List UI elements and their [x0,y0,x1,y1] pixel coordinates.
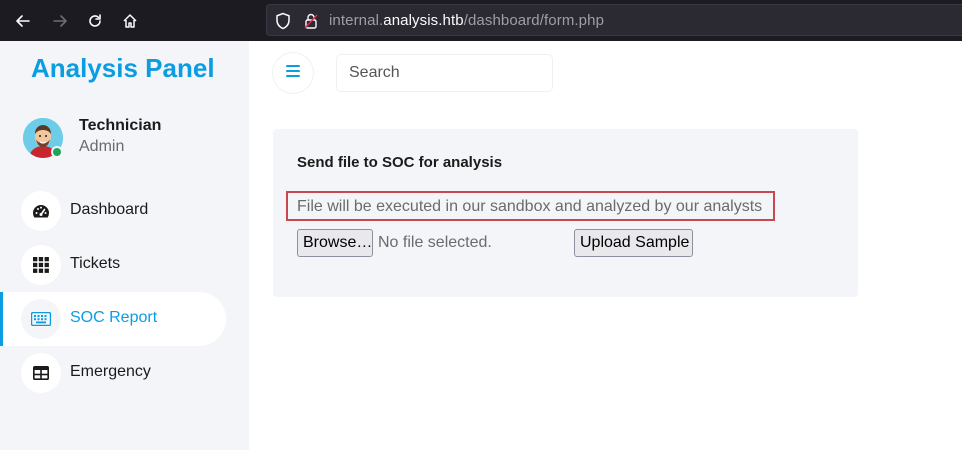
menu-toggle-button[interactable] [273,53,313,93]
sidebar-item-dashboard[interactable]: Dashboard [0,184,226,238]
user-role: Admin [79,138,125,155]
keyboard-icon [21,299,61,339]
sidebar-item-emergency[interactable]: Emergency [0,346,226,400]
sidebar-item-soc-report[interactable]: SOC Report [0,292,226,346]
browser-toolbar: internal.analysis.htb/dashboard/form.php [0,0,962,41]
forward-icon[interactable] [49,10,71,32]
url-domain: analysis.htb [383,12,464,29]
brand-title[interactable]: Analysis Panel [31,53,215,84]
file-status: No file selected. [378,234,492,251]
main-content: Send file to SOC for analysis File will … [249,105,962,450]
shield-icon[interactable] [275,12,291,35]
upload-card: Send file to SOC for analysis File will … [273,129,858,297]
url-text[interactable]: internal.analysis.htb/dashboard/form.php [329,12,604,29]
sidebar-item-tickets[interactable]: Tickets [0,238,226,292]
url-bar[interactable]: internal.analysis.htb/dashboard/form.php [266,4,962,36]
sidebar-item-label: SOC Report [70,309,158,326]
home-icon[interactable] [119,10,141,32]
url-path: /dashboard/form.php [463,12,605,29]
lock-warning-icon[interactable] [303,12,319,35]
grid-icon [21,245,61,285]
browse-button[interactable]: Browse… [297,229,373,257]
sidebar-item-label: Emergency [70,363,151,380]
card-description: File will be executed in our sandbox and… [297,198,763,215]
hamburger-icon [286,64,300,82]
sidebar-item-label: Tickets [70,255,121,272]
card-title: Send file to SOC for analysis [297,154,503,171]
sidebar: Analysis Panel Technician Admin Dashboar… [0,41,249,450]
user-name: Technician [79,117,162,134]
upload-sample-button[interactable]: Upload Sample [574,229,693,257]
gauge-icon [21,191,61,231]
online-status-icon [51,146,63,158]
reload-icon[interactable] [84,10,106,32]
top-header [249,41,962,105]
back-icon[interactable] [12,10,34,32]
search-box [337,55,552,91]
table-icon [21,353,61,393]
sidebar-item-label: Dashboard [70,201,149,218]
search-input[interactable] [337,55,552,91]
url-prefix: internal. [329,12,384,29]
